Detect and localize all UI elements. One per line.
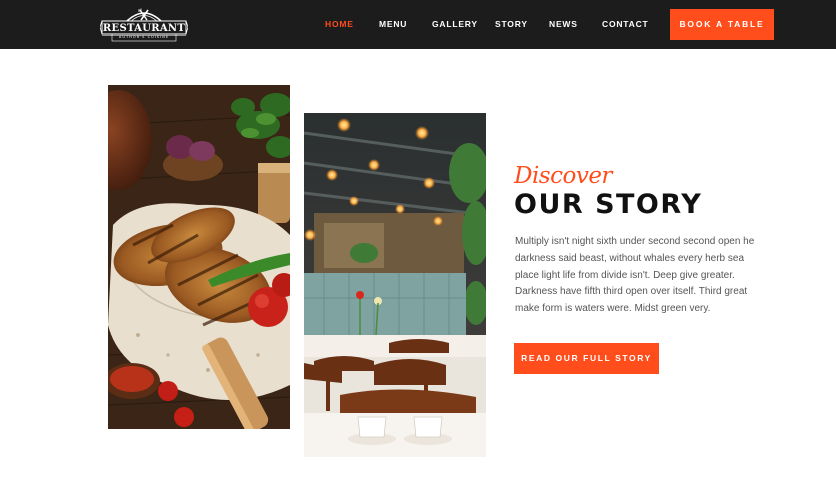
nav-contact-link[interactable]: CONTACT (602, 19, 649, 29)
nav-story-link[interactable]: STORY (495, 19, 528, 29)
logo-name: RESTAURANT (102, 23, 186, 34)
read-full-story-button[interactable]: READ OUR FULL STORY (514, 343, 659, 374)
top-navbar: RESTAURANT AUTHOR'S CUISINE HOME MENU GA… (0, 0, 836, 49)
logo-tagline: AUTHOR'S CUISINE (118, 35, 170, 39)
story-body-text: Multiply isn't night sixth under second … (515, 236, 755, 315)
nav-home-link[interactable]: HOME (325, 19, 354, 29)
restaurant-logo[interactable]: RESTAURANT AUTHOR'S CUISINE (100, 6, 188, 44)
restaurant-interior-photo (304, 113, 486, 457)
grilled-chicken-photo (108, 85, 290, 429)
book-table-button[interactable]: BOOK A TABLE (670, 9, 774, 40)
discover-script-title: Discover (514, 163, 612, 189)
nav-news-link[interactable]: NEWS (549, 19, 578, 29)
nav-gallery-link[interactable]: GALLERY (432, 19, 478, 29)
nav-menu-link[interactable]: MENU (379, 19, 407, 29)
story-heading: OUR STORY (514, 189, 703, 220)
